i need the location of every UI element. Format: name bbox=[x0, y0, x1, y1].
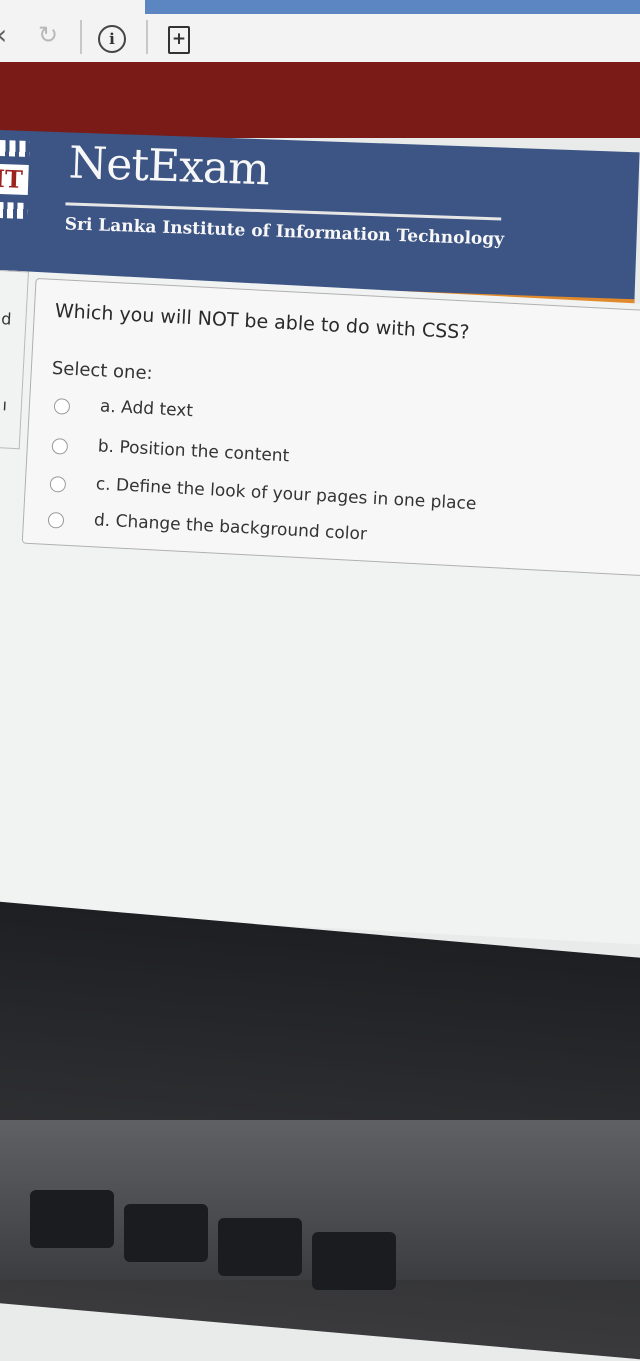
browser-toolbar: ‹ ↻ i + bbox=[0, 0, 640, 62]
toolbar-divider bbox=[80, 20, 82, 54]
question-box: Which you will NOT be able to do with CS… bbox=[21, 277, 640, 578]
answer-label[interactable]: b. Position the content bbox=[97, 436, 289, 466]
site-title[interactable]: NetExam bbox=[68, 137, 270, 195]
address-bar-strip[interactable] bbox=[145, 0, 640, 14]
back-icon[interactable]: ‹ bbox=[0, 21, 7, 49]
radio-button[interactable] bbox=[49, 475, 67, 493]
laptop-keyboard bbox=[0, 1120, 640, 1290]
logo-grid-bottom bbox=[0, 201, 28, 219]
nav-fragment-text: d bbox=[0, 309, 12, 329]
logo-grid-top bbox=[0, 139, 30, 158]
logo-mark: IT bbox=[0, 163, 29, 196]
reload-icon[interactable]: ↻ bbox=[38, 22, 58, 48]
radio-button[interactable] bbox=[47, 511, 65, 529]
bookmark-add-icon[interactable]: + bbox=[168, 26, 190, 54]
select-one-label: Select one: bbox=[51, 357, 154, 385]
keyboard-key bbox=[218, 1218, 302, 1276]
info-icon[interactable]: i bbox=[98, 25, 126, 53]
keyboard-key bbox=[30, 1190, 114, 1248]
keyboard-key bbox=[312, 1232, 396, 1290]
nav-fragment-text: ı bbox=[1, 395, 8, 415]
keyboard-key bbox=[124, 1204, 208, 1262]
radio-button[interactable] bbox=[51, 437, 69, 455]
answer-label[interactable]: d. Change the background color bbox=[94, 510, 368, 544]
question-nav-fragment: d ı bbox=[0, 268, 29, 450]
sliit-logo: IT bbox=[0, 136, 36, 224]
radio-button[interactable] bbox=[53, 398, 71, 415]
answer-label[interactable]: c. Define the look of your pages in one … bbox=[95, 474, 476, 514]
site-subtitle: Sri Lanka Institute of Information Techn… bbox=[64, 214, 505, 250]
answer-label[interactable]: a. Add text bbox=[99, 396, 193, 421]
toolbar-divider bbox=[146, 20, 148, 54]
top-band bbox=[0, 62, 640, 138]
question-text: Which you will NOT be able to do with CS… bbox=[54, 299, 470, 344]
main-content: d ı Which you will NOT be able to do wit… bbox=[0, 268, 640, 946]
